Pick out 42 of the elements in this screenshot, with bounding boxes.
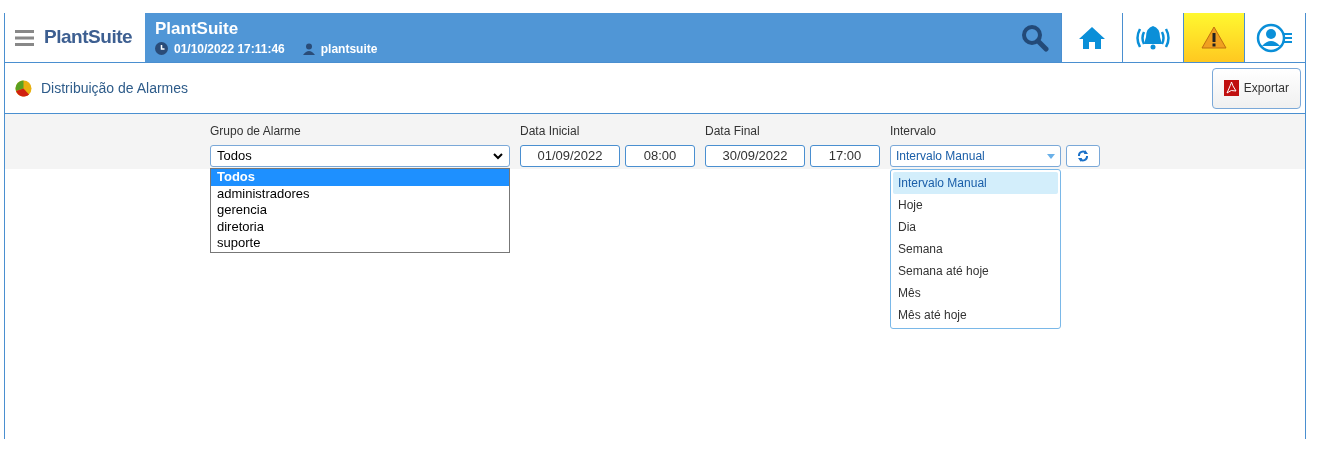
export-button[interactable]: Exportar: [1211, 67, 1301, 109]
group-option[interactable]: diretoria: [211, 218, 509, 235]
caret-icon: [1047, 153, 1055, 159]
date-field[interactable]: 01/09/2022: [520, 145, 620, 167]
brand-logo: PlantSuite: [44, 25, 133, 50]
search-icon[interactable]: [1021, 23, 1049, 52]
group-option[interactable]: administradores: [211, 185, 509, 202]
chevron-icon: [493, 152, 503, 160]
interval-option[interactable]: Hoje: [893, 194, 1058, 216]
group-option[interactable]: gerencia: [211, 202, 509, 219]
time-field[interactable]: 08:00: [625, 145, 695, 167]
menu-icon[interactable]: [15, 29, 34, 46]
clock-icon: [155, 42, 168, 55]
interval-select[interactable]: Intervalo Manual: [890, 145, 1061, 167]
interval-option[interactable]: Semana: [893, 238, 1058, 260]
profile-icon: [1256, 22, 1294, 53]
pdf-icon: [1223, 80, 1239, 96]
date-field[interactable]: 30/09/2022: [705, 145, 805, 167]
refresh-button[interactable]: [1066, 145, 1100, 167]
user-name: plantsuite: [320, 40, 378, 58]
warning-icon: [1201, 26, 1227, 49]
interval-option[interactable]: Intervalo Manual: [893, 172, 1058, 194]
interval-option[interactable]: Dia: [893, 216, 1058, 238]
interval-option[interactable]: Mês até hoje: [893, 304, 1058, 326]
interval-option[interactable]: Mês: [893, 282, 1058, 304]
pie-chart-icon: [15, 79, 32, 97]
home-icon: [1078, 25, 1106, 50]
field-label: Data Inicial: [520, 123, 581, 140]
time-field[interactable]: 17:00: [810, 145, 880, 167]
field-label: Data Final: [705, 123, 761, 140]
group-select[interactable]: Todos: [210, 145, 510, 167]
interval-option[interactable]: Semana até hoje: [893, 260, 1058, 282]
bell-icon: [1133, 23, 1173, 52]
page-title: Distribuição de Alarmes: [41, 78, 189, 98]
field-label: Intervalo: [890, 123, 938, 140]
group-option[interactable]: suporte: [211, 235, 509, 252]
nav-button[interactable]: [1183, 13, 1244, 62]
user-icon: [302, 42, 315, 55]
app-title: PlantSuite: [155, 17, 240, 40]
refresh-icon: [1077, 150, 1089, 162]
field-label: Grupo de Alarme: [210, 123, 302, 140]
date-time: 01/10/2022 17:11:46: [174, 40, 285, 58]
